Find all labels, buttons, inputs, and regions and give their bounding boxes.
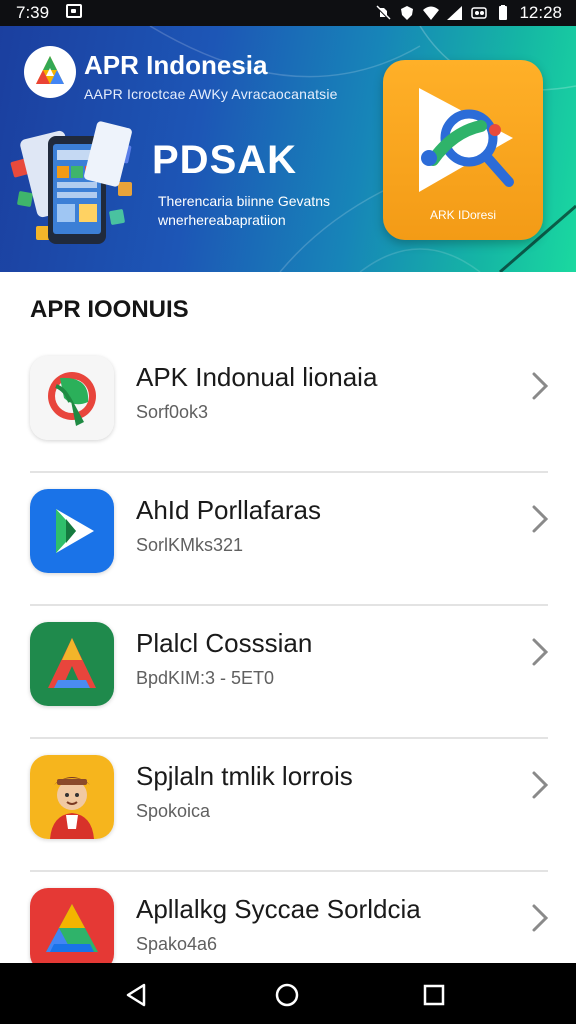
banner-description: Therencaria biinne Gevatns wnerhereabapr… xyxy=(158,192,358,230)
brand-subtitle: AAPR Icroctcae AWKy Avracaocanatsie xyxy=(84,86,338,102)
list-item[interactable]: Spjlaln tmlik lorrois Spokoica xyxy=(0,739,576,872)
data-icon xyxy=(471,5,488,21)
featured-app-label: ARK IDoresi xyxy=(429,208,497,222)
green-leaf-app-icon xyxy=(30,356,114,440)
phone-illustration xyxy=(10,121,132,244)
chevron-right-icon xyxy=(528,370,552,402)
banner-description-line-1: Therencaria biinne Gevatns xyxy=(158,193,330,209)
promo-banner[interactable]: APR Indonesia AAPR Icroctcae AWKy Avraca… xyxy=(0,26,576,272)
app-title: Plalcl Cosssian xyxy=(136,628,313,658)
signal-icon xyxy=(447,5,463,21)
brand-logo-icon xyxy=(24,46,76,98)
brand-title: APR Indonesia xyxy=(84,50,268,80)
section-title: APR IOONUIS xyxy=(30,296,189,323)
banner-headline: PDSAK xyxy=(152,138,298,182)
battery-icon xyxy=(495,5,511,21)
app-title: Spjlaln tmlik lorrois xyxy=(136,761,353,791)
shield-icon xyxy=(399,5,415,21)
status-time-right: 12:28 xyxy=(519,3,562,22)
app-list: APK Indonual lionaia Sorf0ok3 AhId Porll… xyxy=(0,340,576,1005)
character-app-icon xyxy=(30,755,114,839)
list-item[interactable]: Plalcl Cosssian BpdKIM:3 - 5ET0 xyxy=(0,606,576,739)
app-subtitle: Spako4a6 xyxy=(136,934,218,954)
image-notification-icon xyxy=(66,4,82,18)
chevron-right-icon xyxy=(528,636,552,668)
back-icon[interactable] xyxy=(122,981,150,1009)
app-title: AhId Porllafaras xyxy=(136,495,321,525)
app-subtitle: Spokoica xyxy=(136,801,211,821)
mute-icon xyxy=(375,5,391,21)
chevron-right-icon xyxy=(528,902,552,934)
status-time-left: 7:39 xyxy=(16,3,50,22)
app-subtitle: BpdKIM:3 - 5ET0 xyxy=(136,668,275,688)
app-title: APK Indonual lionaia xyxy=(136,362,378,392)
chevron-right-icon xyxy=(528,769,552,801)
blue-play-app-icon xyxy=(30,489,114,573)
chevron-right-icon xyxy=(528,503,552,535)
featured-app-tile[interactable]: ARK IDoresi xyxy=(383,60,543,240)
home-icon[interactable] xyxy=(273,981,301,1009)
red-triangle-app-icon xyxy=(30,888,114,972)
list-item[interactable]: AhId Porllafaras SorlKMks321 xyxy=(0,473,576,606)
green-a-app-icon xyxy=(30,622,114,706)
wifi-icon xyxy=(423,5,440,21)
navigation-bar xyxy=(0,963,576,1024)
list-item[interactable]: APK Indonual lionaia Sorf0ok3 xyxy=(0,340,576,473)
app-title: Apllalkg Syccae Sorldcia xyxy=(136,894,421,924)
status-bar: 7:39 12:28 xyxy=(0,0,576,26)
banner-description-line-2: wnerhereabapratiion xyxy=(158,212,286,228)
status-icons: 12:28 xyxy=(375,3,562,23)
app-subtitle: Sorf0ok3 xyxy=(136,402,209,422)
app-subtitle: SorlKMks321 xyxy=(136,535,244,555)
recents-icon[interactable] xyxy=(420,981,448,1009)
